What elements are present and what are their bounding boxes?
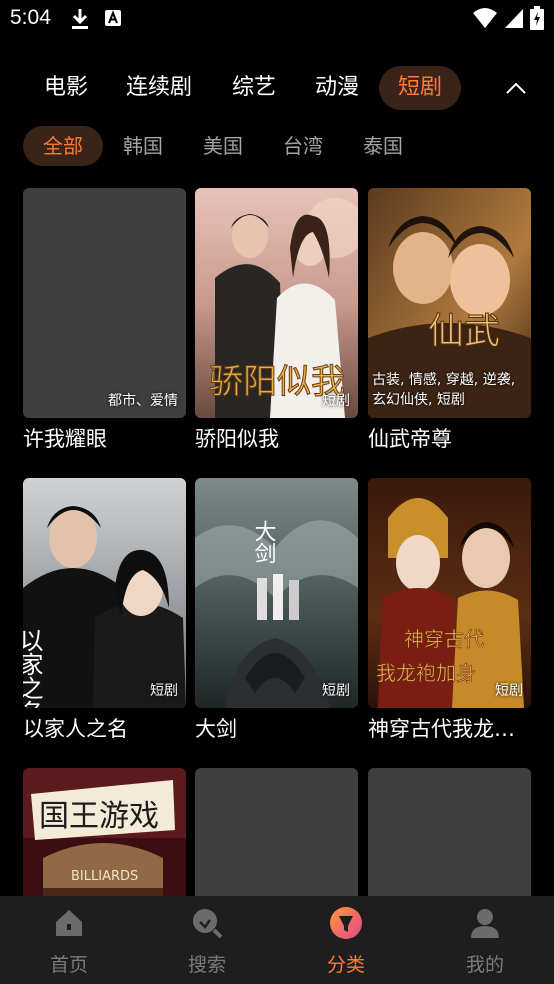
poster-image: 国王游戏 BILLIARDS xyxy=(23,768,186,896)
search-icon xyxy=(193,909,223,939)
tab-variety[interactable]: 综艺 xyxy=(222,66,286,110)
home-icon xyxy=(56,910,82,936)
tab-anime[interactable]: 动漫 xyxy=(305,66,369,110)
media-card[interactable]: 骄阳似我 短剧 骄阳似我 xyxy=(195,188,358,454)
poster-image: 都市、爱情 xyxy=(23,188,186,418)
filter-usa[interactable]: 美国 xyxy=(191,126,255,166)
genre-tag: 短剧 xyxy=(322,393,350,409)
media-card[interactable]: 神穿古代 我龙袍加身 短剧 神穿古代我龙袍加身 xyxy=(368,478,531,744)
nav-home[interactable]: 首页 xyxy=(0,896,138,984)
poster-image xyxy=(368,768,531,896)
tab-series[interactable]: 连续剧 xyxy=(116,66,202,110)
media-card[interactable] xyxy=(368,768,531,896)
download-icon xyxy=(72,9,88,29)
a-notification-icon xyxy=(105,10,121,26)
tab-short-drama[interactable]: 短剧 xyxy=(379,66,461,110)
filter-all[interactable]: 全部 xyxy=(23,126,103,166)
card-title: 许我耀眼 xyxy=(23,427,107,451)
status-right xyxy=(472,6,544,30)
chevron-up-icon[interactable] xyxy=(504,78,528,98)
poster-image xyxy=(195,768,358,896)
media-card[interactable]: 国王游戏 BILLIARDS xyxy=(23,768,186,896)
battery-icon xyxy=(530,6,544,30)
media-card[interactable]: 以家之名 短剧 以家人之名 xyxy=(23,478,186,744)
svg-text:以家之名: 以家之名 xyxy=(23,628,43,708)
wifi-icon xyxy=(473,8,497,28)
media-card[interactable]: 都市、爱情 许我耀眼 xyxy=(23,188,186,454)
status-bar: 5:04 xyxy=(0,0,554,40)
genre-tag: 短剧 xyxy=(495,683,523,699)
poster-image: 以家之名 短剧 xyxy=(23,478,186,708)
card-title: 神穿古代我龙袍加身 xyxy=(368,717,531,741)
filter-korea[interactable]: 韩国 xyxy=(111,126,175,166)
card-title: 以家人之名 xyxy=(23,717,128,741)
genre-tag: 古装, 情感, 穿越, 逆袭, 玄幻仙侠, 短剧 xyxy=(372,372,516,408)
region-filters: 全部 韩国 美国 台湾 泰国 xyxy=(0,126,554,170)
signal-icon xyxy=(505,9,523,28)
poster-image: 大剑 短剧 xyxy=(195,478,358,708)
profile-icon xyxy=(471,909,499,938)
category-tabs: 电影 连续剧 综艺 动漫 短剧 xyxy=(0,66,554,112)
poster-image: 骄阳似我 短剧 xyxy=(195,188,358,418)
svg-text:BILLIARDS: BILLIARDS xyxy=(71,869,138,884)
filter-taiwan[interactable]: 台湾 xyxy=(271,126,335,166)
category-icon xyxy=(330,907,362,939)
card-title: 大剑 xyxy=(195,717,237,741)
card-title: 仙武帝尊 xyxy=(368,427,452,451)
genre-tag: 都市、爱情 xyxy=(108,393,178,409)
content-grid: 都市、爱情 许我耀眼 骄阳似我 短剧 骄阳似我 仙武 古装, 情感, 穿越, 逆… xyxy=(23,188,531,896)
poster-image: 仙武 古装, 情感, 穿越, 逆袭, 玄幻仙侠, 短剧 xyxy=(368,188,531,418)
nav-profile[interactable]: 我的 xyxy=(416,896,554,984)
media-card[interactable]: 大剑 短剧 大剑 xyxy=(195,478,358,744)
status-time: 5:04 xyxy=(10,6,51,29)
svg-text:仙武: 仙武 xyxy=(428,311,500,352)
nav-category[interactable]: 分类 xyxy=(277,896,415,984)
media-card[interactable] xyxy=(195,768,358,896)
svg-text:大剑: 大剑 xyxy=(251,520,277,564)
media-card[interactable]: 仙武 古装, 情感, 穿越, 逆袭, 玄幻仙侠, 短剧 仙武帝尊 xyxy=(368,188,531,454)
filter-thailand[interactable]: 泰国 xyxy=(351,126,415,166)
nav-search[interactable]: 搜索 xyxy=(138,896,276,984)
poster-image: 神穿古代 我龙袍加身 短剧 xyxy=(368,478,531,708)
tab-movie[interactable]: 电影 xyxy=(34,66,98,110)
genre-tag: 短剧 xyxy=(322,683,350,699)
svg-text:国王游戏: 国王游戏 xyxy=(39,799,159,834)
card-title: 骄阳似我 xyxy=(195,427,279,451)
genre-tag: 短剧 xyxy=(150,683,178,699)
bottom-nav: 首页 搜索 分类 我的 xyxy=(0,896,554,984)
